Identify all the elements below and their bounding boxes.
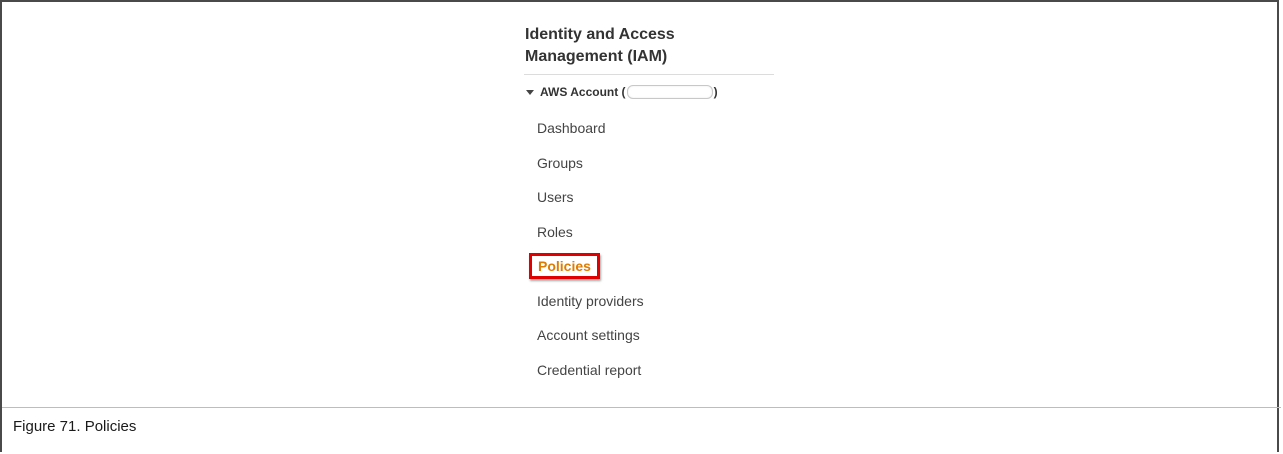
redacted-account-id [626,85,713,99]
iam-console-screenshot: Identity and Access Management (IAM) AWS… [2,2,1281,408]
figure-frame: Identity and Access Management (IAM) AWS… [0,0,1281,452]
sidebar-item-label: Account settings [537,327,640,344]
caret-down-icon [526,89,534,95]
sidebar-item-groups[interactable]: Groups [524,146,774,181]
sidebar-item-credential-report[interactable]: Credential report [524,353,774,388]
sidebar-item-label: Groups [537,154,583,171]
aws-account-close: ) [713,85,718,99]
sidebar-item-label: Dashboard [537,120,606,137]
sidebar-nav-list: Dashboard Groups Users Roles Policies Id… [524,111,774,387]
sidebar-item-identity-providers[interactable]: Identity providers [524,284,774,319]
sidebar-item-label: Policies [538,258,591,275]
sidebar-item-account-settings[interactable]: Account settings [524,318,774,353]
iam-sidebar: Identity and Access Management (IAM) AWS… [524,24,774,387]
aws-account-toggle[interactable]: AWS Account ( ) [524,79,774,105]
sidebar-item-label: Users [537,189,574,206]
title-divider [524,74,774,75]
sidebar-item-dashboard[interactable]: Dashboard [524,111,774,146]
sidebar-item-policies[interactable]: Policies [524,249,774,284]
sidebar-item-users[interactable]: Users [524,180,774,215]
sidebar-title: Identity and Access Management (IAM) [525,26,675,65]
sidebar-item-label: Roles [537,223,573,240]
aws-account-label: AWS Account ( [540,85,626,99]
sidebar-item-label: Identity providers [537,292,644,309]
sidebar-item-label: Credential report [537,361,642,378]
sidebar-item-roles[interactable]: Roles [524,215,774,250]
figure-caption: Figure 71. Policies [13,418,137,435]
policies-highlight-box: Policies [529,253,600,280]
